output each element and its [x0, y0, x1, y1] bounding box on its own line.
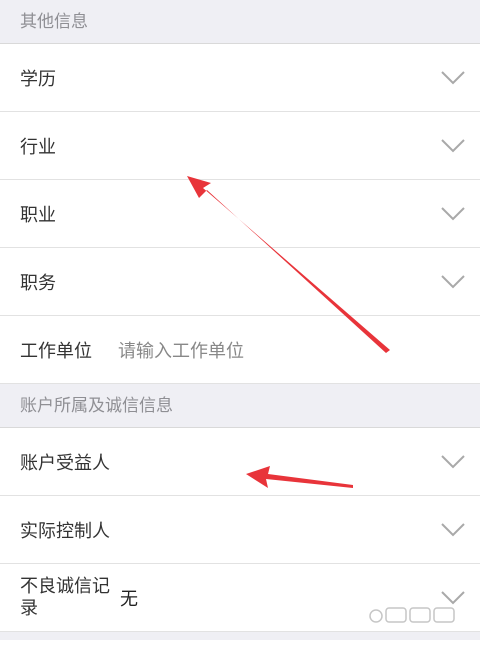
employer-label: 工作单位: [20, 340, 92, 362]
baidu-jingyan-watermark-icon: [369, 607, 455, 623]
position-select[interactable]: 职务: [0, 248, 480, 316]
actual-controller-label: 实际控制人: [20, 520, 110, 542]
bad-credit-record-value: 无: [120, 588, 138, 610]
chevron-down-icon: [440, 206, 466, 222]
position-label: 职务: [20, 272, 56, 294]
chevron-down-icon: [440, 454, 466, 470]
employer-row: 工作单位 请输入工作单位: [0, 316, 480, 384]
bad-credit-record-label: 不良诚信记录: [20, 575, 110, 619]
section-title: 其他信息: [20, 12, 88, 32]
actual-controller-select[interactable]: 实际控制人: [0, 496, 480, 564]
chevron-down-icon: [440, 138, 466, 154]
industry-select[interactable]: 行业: [0, 112, 480, 180]
chevron-down-icon: [440, 522, 466, 538]
occupation-select[interactable]: 职业: [0, 180, 480, 248]
other-info-section-header: 其他信息: [0, 0, 480, 44]
bottom-strip: [0, 632, 480, 640]
education-select[interactable]: 学历: [0, 44, 480, 112]
account-beneficiary-select[interactable]: 账户受益人: [0, 428, 480, 496]
occupation-label: 职业: [20, 204, 56, 226]
employer-input[interactable]: 请输入工作单位: [118, 337, 244, 363]
industry-label: 行业: [20, 136, 56, 158]
education-label: 学历: [20, 68, 56, 90]
chevron-down-icon: [440, 274, 466, 290]
account-integrity-section-header: 账户所属及诚信信息: [0, 384, 480, 428]
account-beneficiary-label: 账户受益人: [20, 452, 110, 474]
chevron-down-icon: [440, 70, 466, 86]
section-title: 账户所属及诚信信息: [20, 396, 173, 416]
